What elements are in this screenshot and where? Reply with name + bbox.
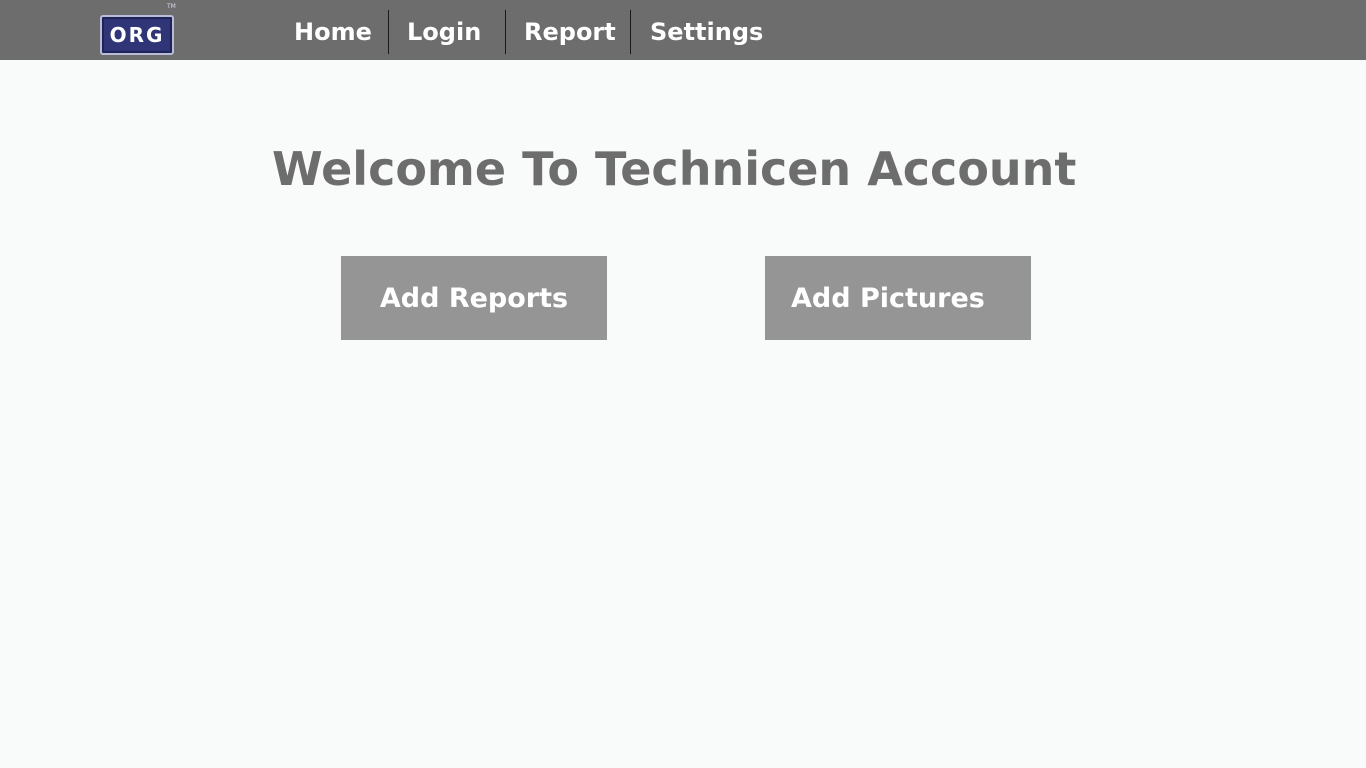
nav-divider (630, 10, 631, 54)
nav-divider (505, 10, 506, 54)
logo-text: ORG (109, 23, 165, 47)
page-title: Welcome To Technicen Account (272, 142, 1077, 196)
nav-settings-link[interactable]: Settings (650, 10, 763, 54)
add-pictures-button[interactable]: Add Pictures (765, 256, 1031, 340)
add-reports-button[interactable]: Add Reports (341, 256, 607, 340)
nav-home-link[interactable]: Home (294, 10, 372, 54)
nav-divider (388, 10, 389, 54)
nav-login-link[interactable]: Login (407, 10, 481, 54)
org-logo[interactable]: ORG (100, 15, 174, 55)
nav-report-link[interactable]: Report (524, 10, 616, 54)
top-nav-bar: ORG TM Home Login Report Settings (0, 0, 1366, 60)
logo-trademark: TM (167, 3, 176, 10)
